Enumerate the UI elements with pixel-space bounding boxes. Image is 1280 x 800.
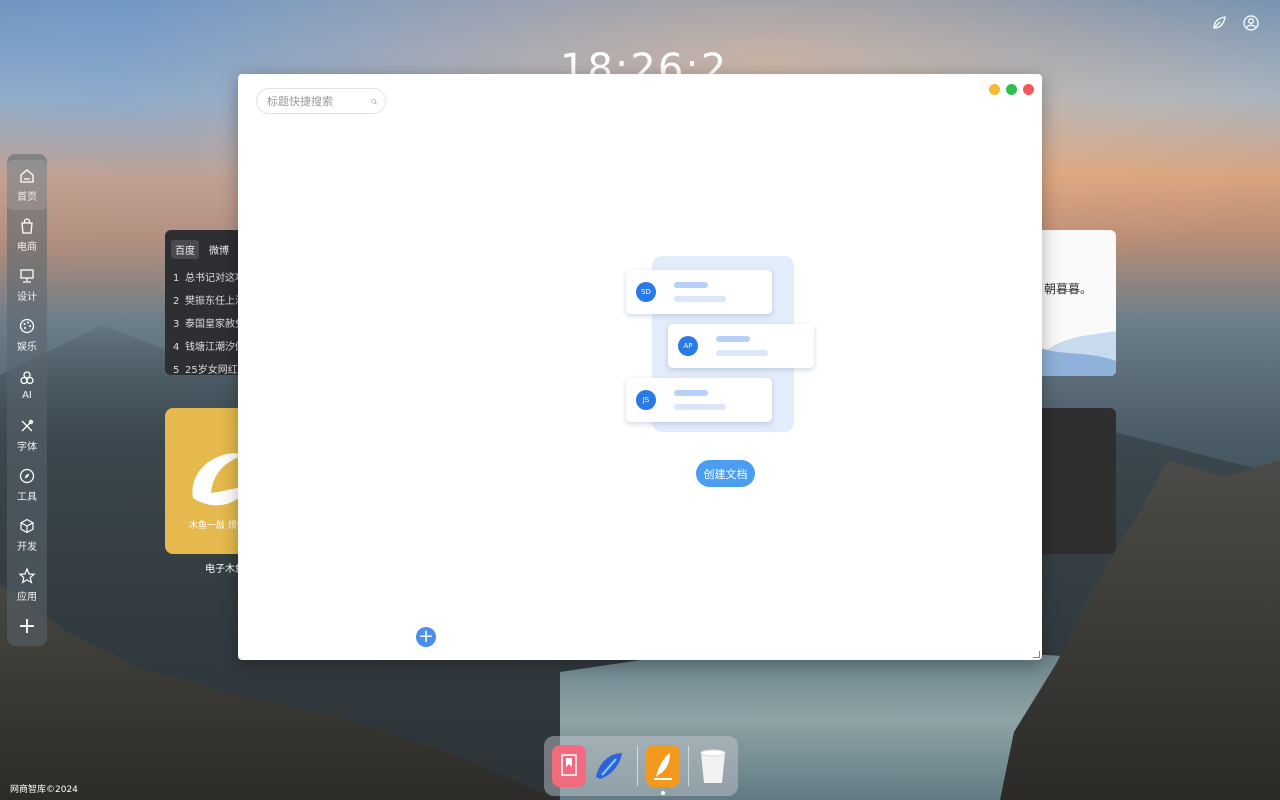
wooden-fish-widget[interactable]: 木鱼一敲 烦恼 (165, 408, 245, 554)
sidebar-item-label: 首页 (17, 192, 37, 203)
title: 25岁女网红在 (185, 365, 245, 375)
sidebar-item-label: 应用 (17, 592, 37, 603)
sidebar-item-apps[interactable]: 应用 (7, 560, 47, 610)
sidebar-item-tools[interactable]: 工具 (7, 460, 47, 510)
sidebar-item-design[interactable]: 设计 (7, 260, 47, 310)
sidebar-item-label: 娱乐 (17, 342, 37, 353)
placeholder-line (716, 336, 750, 342)
list-item[interactable]: 3 泰国皇家赦免 (165, 311, 245, 334)
leaf-icon[interactable] (1210, 14, 1228, 32)
sidebar-item-label: 工具 (17, 492, 37, 503)
tab-baidu[interactable]: 百度 (171, 240, 199, 259)
bookmark-app-icon (561, 754, 577, 776)
add-button[interactable]: + (416, 627, 436, 647)
user-icon[interactable] (1242, 14, 1260, 32)
sidebar-item-fonts[interactable]: 字体 (7, 410, 47, 460)
create-document-button[interactable]: 创建文档 (696, 460, 755, 487)
sidebar-item-ecommerce[interactable]: 电商 (7, 210, 47, 260)
list-item[interactable]: 5 25岁女网红在 (165, 357, 245, 375)
quill-app-icon (654, 753, 672, 780)
wooden-fish-icon (192, 453, 245, 506)
placeholder-line (674, 296, 726, 302)
sidebar-item-label: 电商 (17, 242, 37, 253)
illustration-card: JS (626, 378, 772, 422)
empty-state-illustration: SD AP JS (624, 256, 824, 436)
shopping-bag-icon (21, 218, 33, 234)
document-window: SD AP JS 创建文档 + (238, 74, 1042, 660)
font-tools-icon (21, 419, 34, 432)
wave-decoration (1040, 331, 1116, 376)
minimize-button[interactable] (989, 84, 1000, 95)
close-button[interactable] (1023, 84, 1034, 95)
pen-app-icon (596, 753, 622, 779)
maximize-button[interactable] (1006, 84, 1017, 95)
placeholder-line (674, 282, 708, 288)
avatar: SD (636, 282, 656, 302)
quote-widget[interactable]: 朝暮暮。 (1040, 230, 1116, 376)
cube-icon (20, 518, 34, 534)
title: 泰国皇家赦免 (185, 319, 245, 330)
list-item[interactable]: 1 总书记对这项 (165, 265, 245, 288)
sidebar-item-ai[interactable]: AI (7, 360, 47, 410)
placeholder-line (716, 350, 768, 356)
dock-separator (688, 746, 689, 786)
search-icon[interactable] (371, 96, 377, 107)
search-box[interactable] (256, 88, 386, 114)
title: 樊振东任上海 (185, 296, 245, 307)
dock-app-trash[interactable] (696, 745, 730, 787)
wooden-fish-label: 木鱼一敲 烦恼 (189, 521, 245, 531)
left-sidebar: 首页 电商 设计 娱乐 AI 字体 工具 开发 应用 + (7, 154, 47, 646)
dock-separator (637, 746, 638, 786)
sidebar-item-home[interactable]: 首页 (7, 160, 47, 210)
sidebar-item-label: AI (22, 390, 32, 401)
title: 钱塘江潮汐倒 (185, 342, 245, 353)
compass-icon (19, 468, 35, 484)
list-item[interactable]: 2 樊振东任上海 (165, 288, 245, 311)
sidebar-item-label: 设计 (17, 292, 37, 303)
hot-list-widget: 百度 微博 1 总书记对这项 2 樊振东任上海 3 泰国皇家赦免 4 钱塘江潮汐倒 52… (165, 230, 245, 375)
dock-app-pink[interactable] (552, 745, 586, 787)
sidebar-item-entertainment[interactable]: 娱乐 (7, 310, 47, 360)
title: 总书记对这项 (185, 273, 245, 284)
illustration-card: SD (626, 270, 772, 314)
dock (544, 736, 738, 796)
tab-weibo[interactable]: 微博 (205, 240, 233, 259)
avatar: JS (636, 390, 656, 410)
avatar: AP (678, 336, 698, 356)
quote-text: 朝暮暮。 (1044, 282, 1093, 296)
copyright-text: 网商智库©2024 (10, 785, 78, 795)
trash-icon (700, 749, 726, 783)
dark-widget[interactable] (1040, 408, 1116, 554)
sidebar-item-label: 字体 (17, 442, 37, 453)
sidebar-item-dev[interactable]: 开发 (7, 510, 47, 560)
home-icon (20, 169, 34, 183)
ai-rings-icon (20, 371, 34, 385)
list-item[interactable]: 4 钱塘江潮汐倒 (165, 334, 245, 357)
rank: 4 (173, 342, 180, 353)
rank: 5 (173, 365, 180, 375)
search-input[interactable] (265, 93, 365, 109)
rank: 2 (173, 296, 180, 307)
hot-list-tabs: 百度 微博 (165, 230, 245, 265)
monitor-icon (20, 269, 34, 283)
star-icon (18, 567, 36, 584)
dock-active-indicator (661, 791, 665, 795)
rank: 3 (173, 319, 180, 330)
window-controls (989, 84, 1034, 95)
rank: 1 (173, 273, 180, 284)
placeholder-line (674, 404, 726, 410)
sidebar-add-button[interactable]: + (18, 614, 36, 639)
resize-handle[interactable] (1033, 651, 1040, 658)
placeholder-line (674, 390, 708, 396)
sidebar-item-label: 开发 (17, 542, 37, 553)
dock-app-blue-pen[interactable] (592, 745, 626, 787)
palette-icon (19, 318, 35, 334)
dock-app-orange-quill[interactable] (646, 745, 680, 787)
illustration-card: AP (668, 324, 814, 368)
top-right-icons (1210, 14, 1260, 32)
